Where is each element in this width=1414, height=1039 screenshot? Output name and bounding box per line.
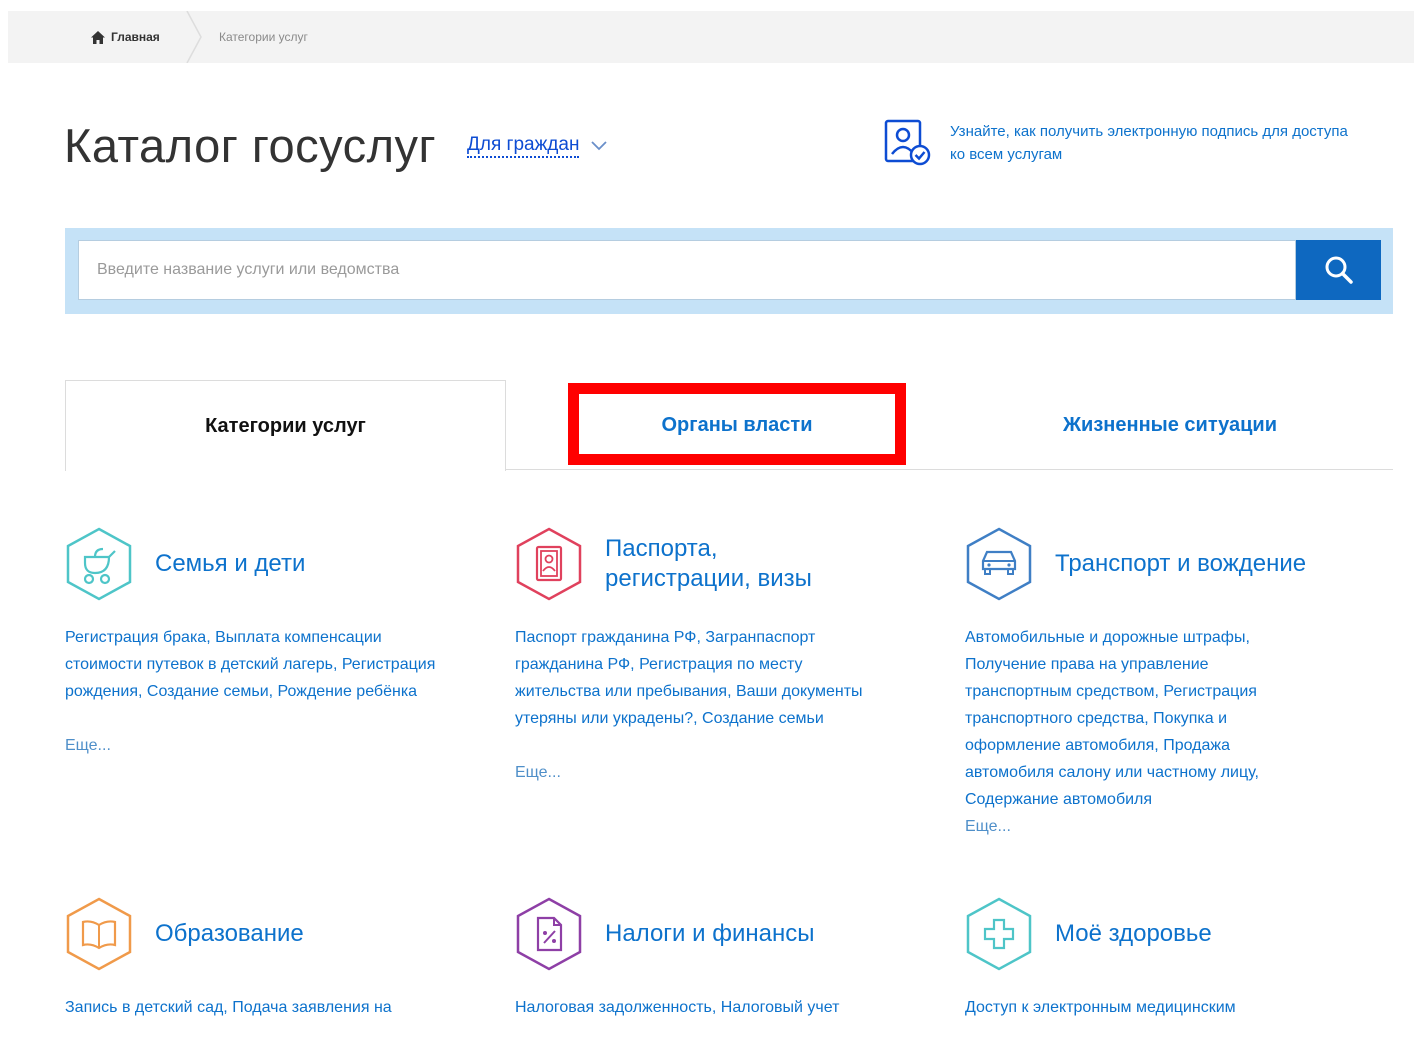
breadcrumb-home-label: Главная bbox=[111, 30, 160, 44]
tab-life-situations-label: Жизненные ситуации bbox=[1062, 413, 1277, 436]
category-taxes-link[interactable]: Налоги и финансы bbox=[515, 897, 814, 971]
page-title: Каталог госуслуг bbox=[64, 119, 437, 172]
audience-selector[interactable]: Для граждан bbox=[467, 134, 608, 158]
category-more-link[interactable]: Еще... bbox=[515, 764, 561, 782]
tab-life-situations[interactable]: Жизненные ситуации bbox=[960, 380, 1380, 470]
home-icon bbox=[91, 30, 105, 44]
category-family-link[interactable]: Семья и дети bbox=[65, 527, 305, 601]
search-icon bbox=[1325, 256, 1353, 284]
category-services-text[interactable]: Запись в детский сад, Подача заявления н… bbox=[65, 994, 465, 1021]
category-title: Паспорта, регистрации, визы bbox=[605, 535, 812, 592]
search-button[interactable] bbox=[1296, 240, 1381, 300]
tab-authorities-label: Органы власти bbox=[661, 413, 813, 436]
category-title: Моё здоровье bbox=[1055, 920, 1212, 947]
category-services-text[interactable]: Автомобильные и дорожные штрафы, Получен… bbox=[965, 624, 1310, 813]
audience-label: Для граждан bbox=[467, 134, 580, 158]
stroller-icon bbox=[66, 527, 132, 601]
tax-document-icon bbox=[516, 897, 582, 971]
category-services-text[interactable]: Налоговая задолженность, Налоговый учет bbox=[515, 994, 915, 1021]
tab-authorities[interactable]: Органы власти bbox=[568, 380, 906, 470]
category-services-text[interactable]: Регистрация брака, Выплата компенсации с… bbox=[65, 624, 445, 705]
tab-categories-label: Категории услуг bbox=[205, 414, 366, 437]
breadcrumb: Главная Категории услуг bbox=[8, 11, 1414, 63]
search-input[interactable] bbox=[78, 240, 1296, 300]
car-icon bbox=[966, 527, 1032, 601]
tab-categories[interactable]: Категории услуг bbox=[65, 380, 506, 471]
passport-icon bbox=[516, 527, 582, 601]
category-more-link[interactable]: Еще... bbox=[965, 818, 1011, 836]
category-title: Налоги и финансы bbox=[605, 920, 815, 947]
book-icon bbox=[66, 897, 132, 971]
medical-cross-icon bbox=[966, 897, 1032, 971]
category-more-link[interactable]: Еще... bbox=[65, 737, 111, 755]
breadcrumb-current: Категории услуг bbox=[219, 30, 308, 44]
category-services-text[interactable]: Паспорт гражданина РФ, Загранпаспорт гра… bbox=[515, 624, 875, 732]
chevron-down-icon bbox=[591, 141, 608, 151]
category-title: Транспорт и вождение bbox=[1055, 550, 1307, 577]
category-passports-link[interactable]: Паспорта, регистрации, визы bbox=[515, 527, 865, 601]
breadcrumb-home-link[interactable]: Главная bbox=[91, 11, 160, 63]
category-title: Семья и дети bbox=[155, 550, 306, 577]
category-education-link[interactable]: Образование bbox=[65, 897, 304, 971]
chevron-right-icon bbox=[186, 11, 202, 63]
e-signature-icon[interactable] bbox=[882, 118, 932, 168]
search-bar bbox=[65, 228, 1393, 314]
category-transport-link[interactable]: Транспорт и вождение bbox=[965, 527, 1306, 601]
category-health-link[interactable]: Моё здоровье bbox=[965, 897, 1212, 971]
e-signature-link[interactable]: Узнайте, как получить электронную подпис… bbox=[950, 120, 1350, 166]
e-signature-text: Узнайте, как получить электронную подпис… bbox=[950, 123, 1348, 163]
category-services-text[interactable]: Доступ к электронным медицинским bbox=[965, 994, 1365, 1021]
category-title: Образование bbox=[155, 920, 304, 947]
